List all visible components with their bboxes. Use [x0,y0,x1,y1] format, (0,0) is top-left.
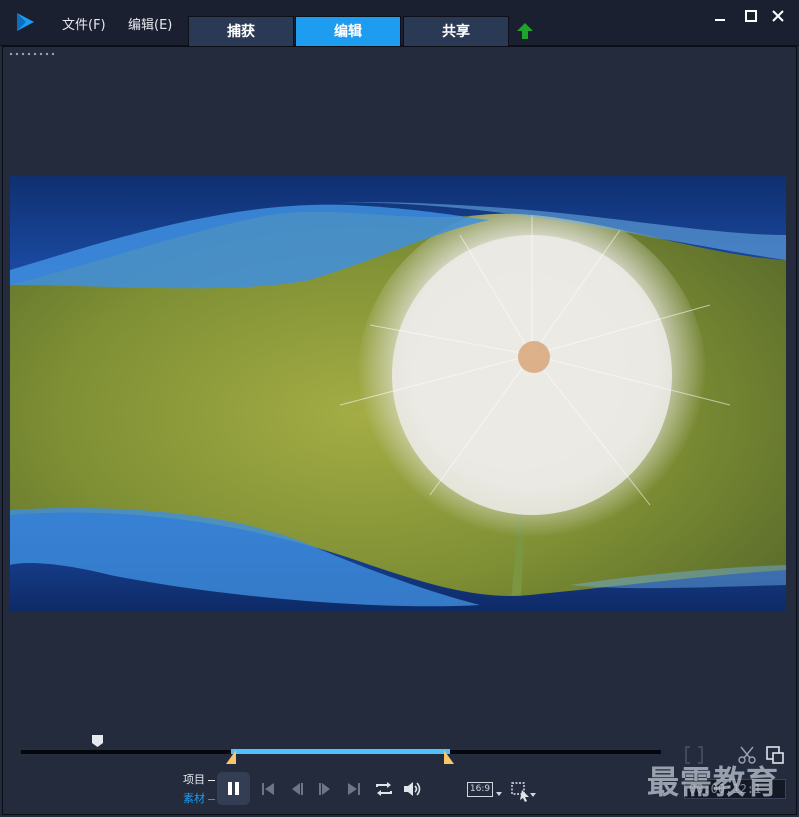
preview-image [10,175,786,611]
minimize-icon[interactable] [711,7,729,25]
playhead[interactable] [91,734,104,748]
pause-icon [228,782,239,795]
tab-capture[interactable]: 捕获 [188,16,294,46]
menu-edit[interactable]: 编辑(E) [128,14,172,33]
trim-in-marker[interactable] [226,750,236,764]
go-to-end-icon[interactable] [343,778,365,800]
menu-file[interactable]: 文件(F) [62,14,106,33]
upload-arrow-icon[interactable] [516,22,534,40]
close-icon[interactable] [769,7,787,25]
tab-edit[interactable]: 编辑 [295,16,401,46]
repeat-icon[interactable] [373,778,395,800]
app-logo-icon [17,13,34,31]
clip-mode-label: 素材 [183,792,205,805]
project-mode[interactable]: 项目 [183,771,215,787]
project-mode-label: 项目 [183,773,205,786]
pause-button[interactable] [217,772,250,805]
aspect-ratio-icon[interactable]: 16:9 [467,782,493,797]
crop-icon[interactable] [510,780,532,802]
watermark: 最需教育 [647,763,780,801]
preview-window[interactable] [10,175,786,611]
trim-out-marker[interactable] [444,750,454,764]
crop-dropdown-icon[interactable] [530,793,536,797]
panel-grip[interactable] [8,52,54,56]
tab-share[interactable]: 共享 [403,16,509,46]
trim-range[interactable] [231,749,450,754]
next-frame-icon[interactable] [313,778,335,800]
clip-mode[interactable]: 素材 [183,790,215,806]
aspect-ratio-dropdown-icon[interactable] [496,792,502,796]
volume-icon[interactable] [401,778,423,800]
maximize-icon[interactable] [742,7,760,25]
previous-frame-icon[interactable] [287,778,309,800]
title-bar: 文件(F) 编辑(E) 捕获 编辑 共享 [0,0,799,46]
go-to-start-icon[interactable] [257,778,279,800]
